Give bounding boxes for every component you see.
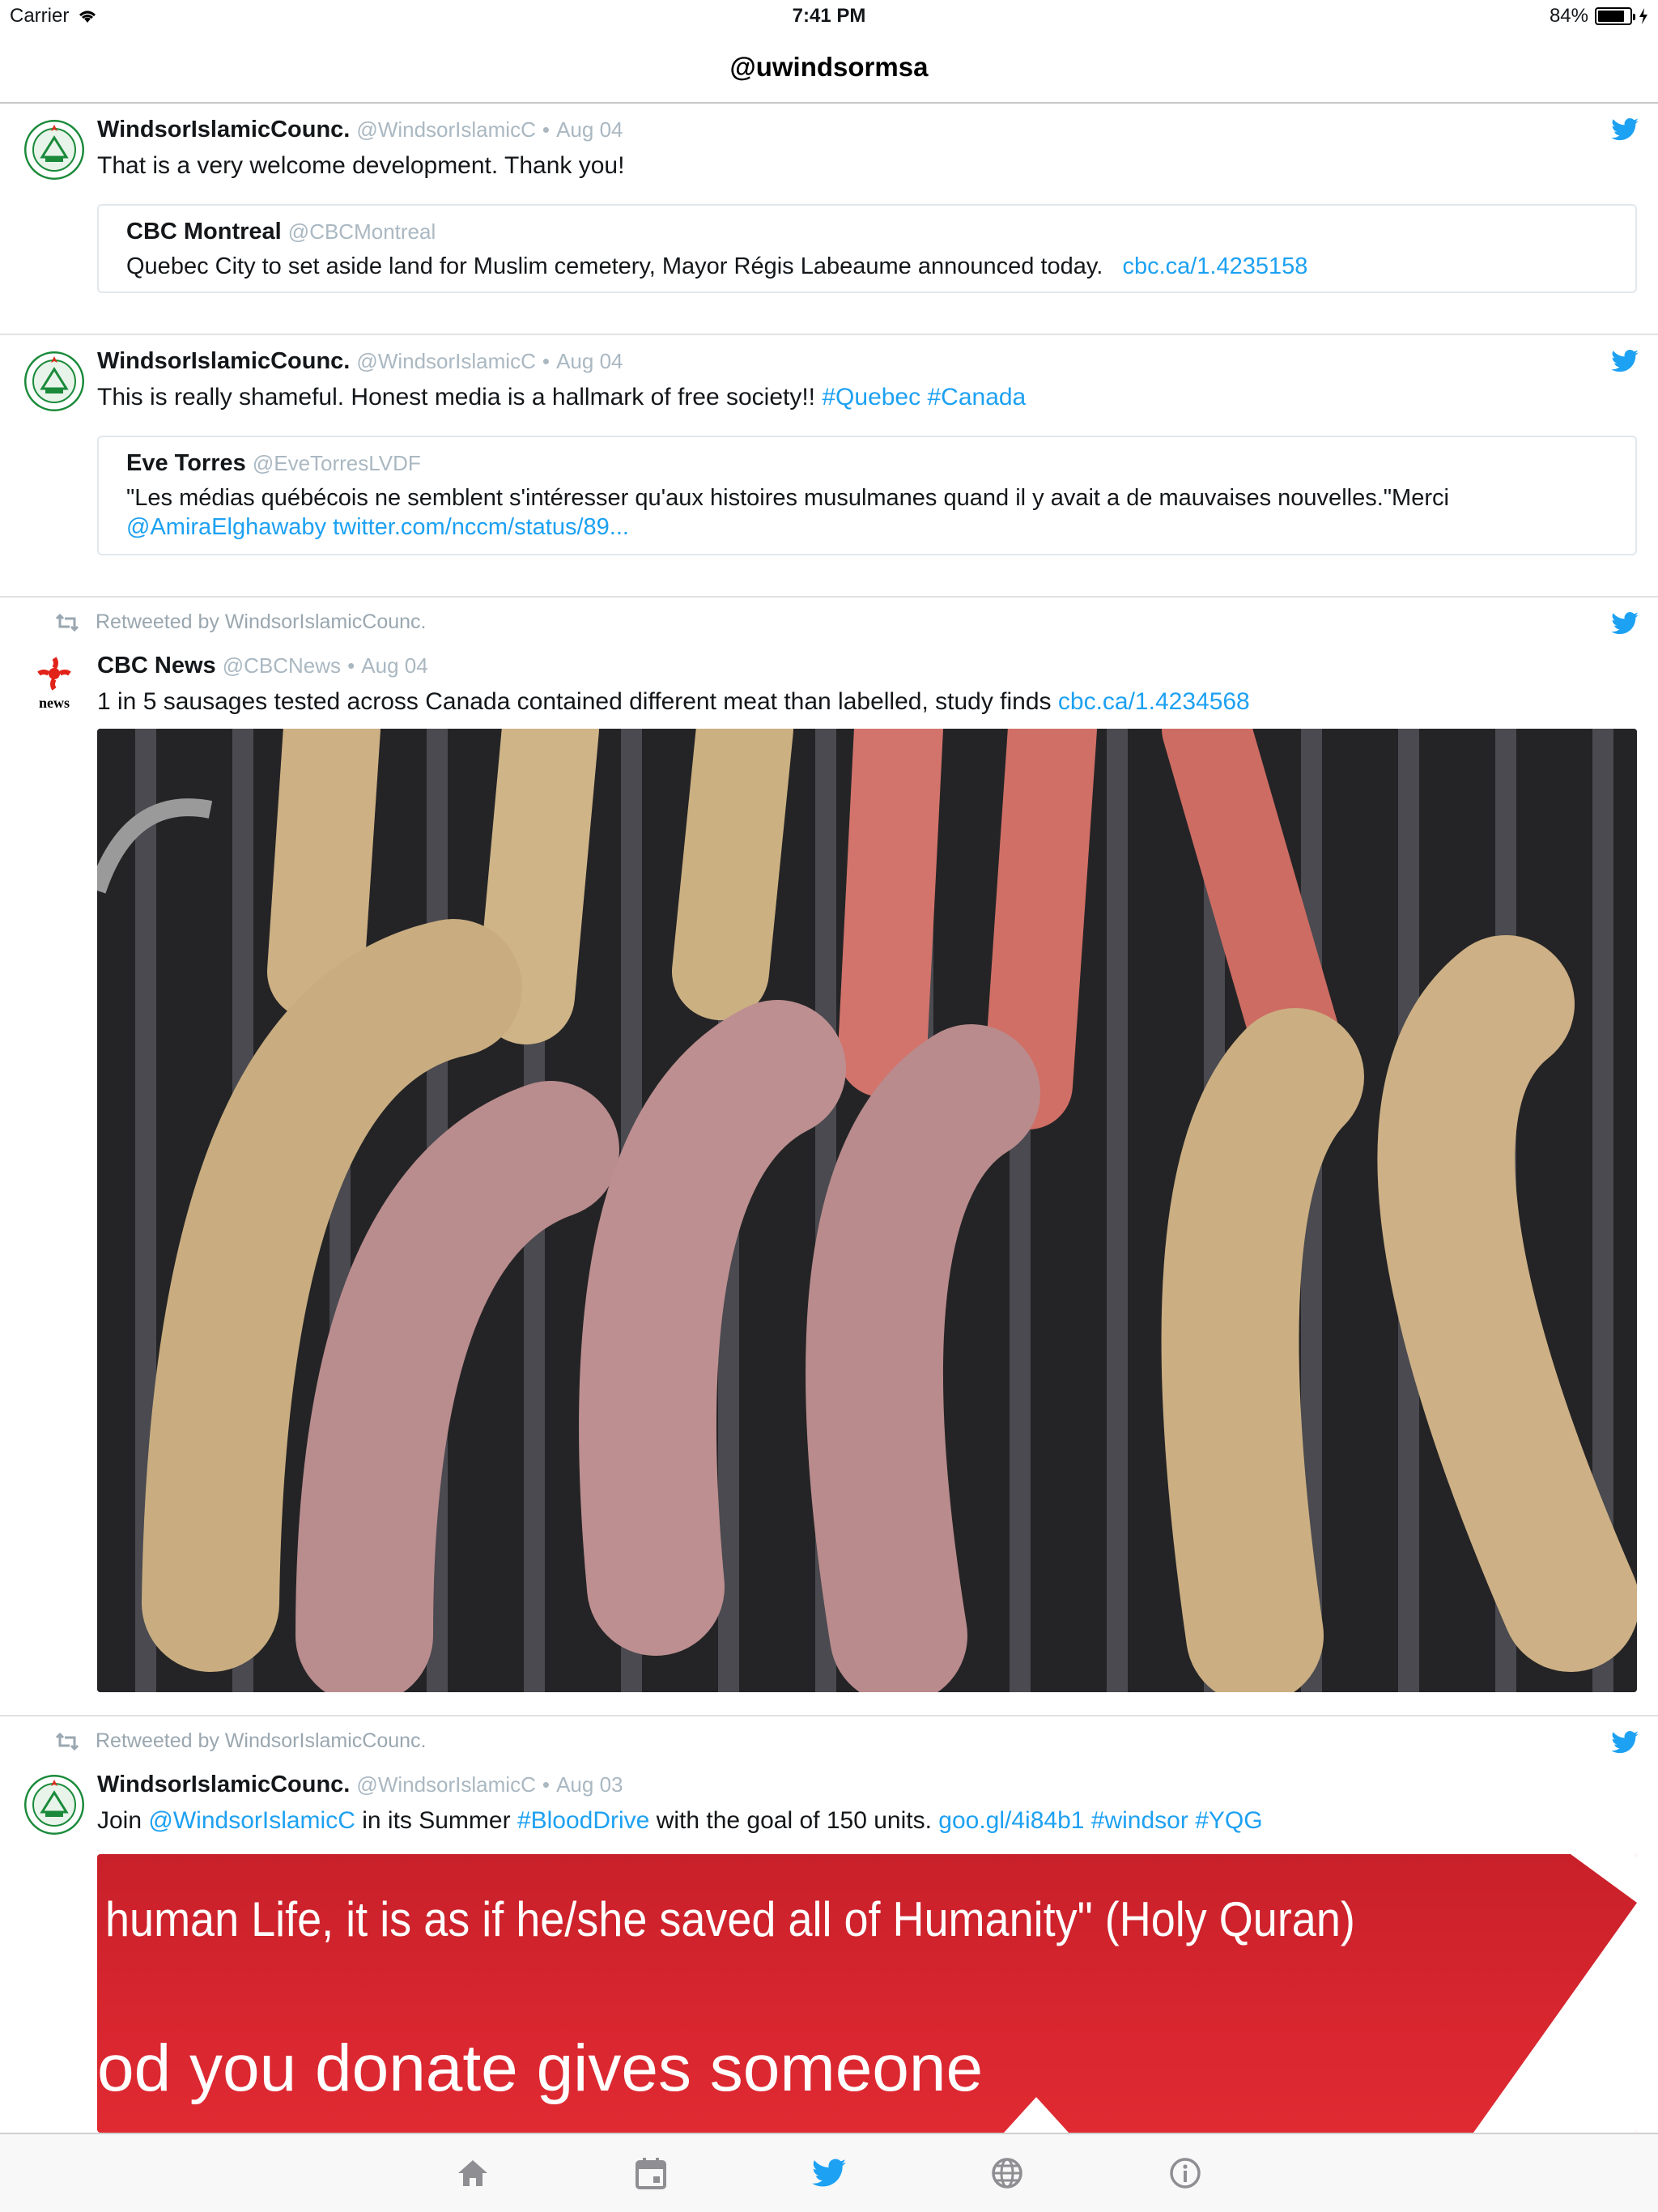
quoted-author-name: CBC Montreal (126, 219, 282, 245)
tab-info[interactable] (1167, 2155, 1204, 2192)
hashtag-canada[interactable]: #Canada (927, 384, 1026, 410)
charging-icon (1639, 8, 1647, 24)
author-name[interactable]: CBC News (97, 653, 216, 678)
calendar-icon (636, 2158, 666, 2189)
home-icon (458, 2160, 487, 2186)
author-handle[interactable]: @WindsorIslamicC (356, 117, 535, 142)
retweet-icon (55, 1732, 79, 1750)
twitter-bird-icon[interactable] (1611, 118, 1639, 141)
quoted-tweet[interactable]: CBC Montreal @CBCMontreal Quebec City to… (97, 204, 1637, 293)
quoted-author-handle: @EveTorresLVDF (252, 451, 421, 475)
twitter-bird-icon[interactable] (1611, 1731, 1639, 1754)
globe-icon (992, 2158, 1022, 2189)
tweet-text: That is a very welcome development. Than… (97, 152, 625, 179)
tweet-date: Aug 04 (556, 117, 623, 142)
windsor-islamic-council-logo (24, 1775, 84, 1835)
quoted-tweet-text: Quebec City to set aside land for Muslim… (126, 253, 1103, 279)
twitter-bird-icon[interactable] (1611, 612, 1639, 635)
hashtag-blooddrive[interactable]: #BloodDrive (517, 1807, 649, 1834)
tweet-link[interactable]: cbc.ca/1.4235158 (1122, 253, 1307, 279)
tweet-text-end: with the goal of 150 units. (656, 1807, 932, 1834)
tab-home[interactable] (454, 2155, 491, 2192)
info-icon (1170, 2158, 1201, 2189)
hashtag-windsor[interactable]: #windsor (1091, 1807, 1188, 1834)
windsor-islamic-council-logo (24, 120, 84, 180)
author-name[interactable]: WindsorIslamicCounc. (97, 1772, 350, 1797)
hashtag-yqg[interactable]: #YQG (1195, 1807, 1262, 1834)
avatar[interactable]: news (24, 656, 84, 716)
status-bar: Carrier 7:41 PM 84% (0, 0, 1658, 32)
navigation-bar: @uwindsormsa (0, 32, 1658, 104)
author-handle[interactable]: @WindsorIslamicC (356, 349, 535, 373)
tweet[interactable]: WindsorIslamicCounc. @WindsorIslamicC • … (0, 105, 1658, 335)
twitter-bird-icon (812, 2159, 846, 2187)
author-name[interactable]: WindsorIslamicCounc. (97, 117, 350, 143)
windsor-islamic-council-logo (24, 351, 84, 411)
page-title: @uwindsormsa (729, 52, 929, 82)
quoted-author-handle: @CBCMontreal (287, 219, 436, 244)
author-handle[interactable]: @CBCNews (223, 653, 341, 678)
retweet-label: Retweeted by WindsorIslamicCounc. (96, 1729, 427, 1752)
tweet-image-sausages[interactable] (97, 729, 1637, 1692)
tweet-date: Aug 04 (361, 653, 428, 678)
tweet-text-start: Join (97, 1807, 142, 1834)
retweet-icon (55, 613, 79, 632)
tweet-text-middle: in its Summer (362, 1807, 511, 1834)
tab-web[interactable] (988, 2155, 1026, 2192)
mention-windsorislamicc[interactable]: @WindsorIslamicC (148, 1807, 355, 1834)
tweet-link[interactable]: twitter.com/nccm/status/89... (333, 514, 629, 540)
battery-percent: 84% (1549, 5, 1588, 27)
avatar[interactable] (24, 120, 84, 180)
banner-quote-text: human Life, it is as if he/she saved all… (105, 1892, 1355, 1946)
cbc-news-avatar-text: news (39, 695, 70, 711)
quoted-author-name: Eve Torres (126, 450, 246, 476)
cbc-gem-logo: news (37, 657, 71, 711)
tweet[interactable]: Retweeted by WindsorIslamicCounc. Windso… (0, 1718, 1658, 2133)
tweet-text: This is really shameful. Honest media is… (97, 384, 816, 410)
banner-donate-text: od you donate gives someone (97, 2031, 984, 2105)
sausages-on-grill-image (97, 729, 1637, 1692)
quoted-tweet[interactable]: Eve Torres @EveTorresLVDF "Les médias qu… (97, 436, 1637, 555)
tweet-link[interactable]: cbc.ca/1.4234568 (1058, 688, 1250, 715)
tweet[interactable]: Retweeted by WindsorIslamicCounc. news C… (0, 599, 1658, 1716)
tweet-text: 1 in 5 sausages tested across Canada con… (97, 688, 1052, 715)
avatar[interactable] (24, 351, 84, 411)
status-time: 7:41 PM (792, 5, 866, 27)
quoted-mention[interactable]: @AmiraElghawaby (126, 514, 326, 540)
battery-icon (1595, 7, 1635, 25)
hashtag-quebec[interactable]: #Quebec (822, 384, 920, 410)
retweet-label: Retweeted by WindsorIslamicCounc. (96, 610, 427, 633)
quoted-tweet-text: "Les médias québécois ne semblent s'inté… (126, 485, 1449, 511)
author-handle[interactable]: @WindsorIslamicC (356, 1772, 535, 1797)
tweet-link[interactable]: goo.gl/4i84b1 (938, 1807, 1084, 1834)
tweet-date: Aug 03 (556, 1772, 623, 1797)
author-name[interactable]: WindsorIslamicCounc. (97, 348, 350, 374)
tweet-date: Aug 04 (556, 349, 623, 373)
tab-calendar[interactable] (632, 2155, 670, 2192)
tab-bar (0, 2133, 1658, 2212)
avatar[interactable] (24, 1775, 84, 1835)
twitter-bird-icon[interactable] (1611, 350, 1639, 372)
tweet[interactable]: WindsorIslamicCounc. @WindsorIslamicC • … (0, 337, 1658, 598)
tab-twitter[interactable] (810, 2155, 848, 2192)
tweet-image-blood-drive[interactable]: human Life, it is as if he/she saved all… (97, 1854, 1637, 2133)
